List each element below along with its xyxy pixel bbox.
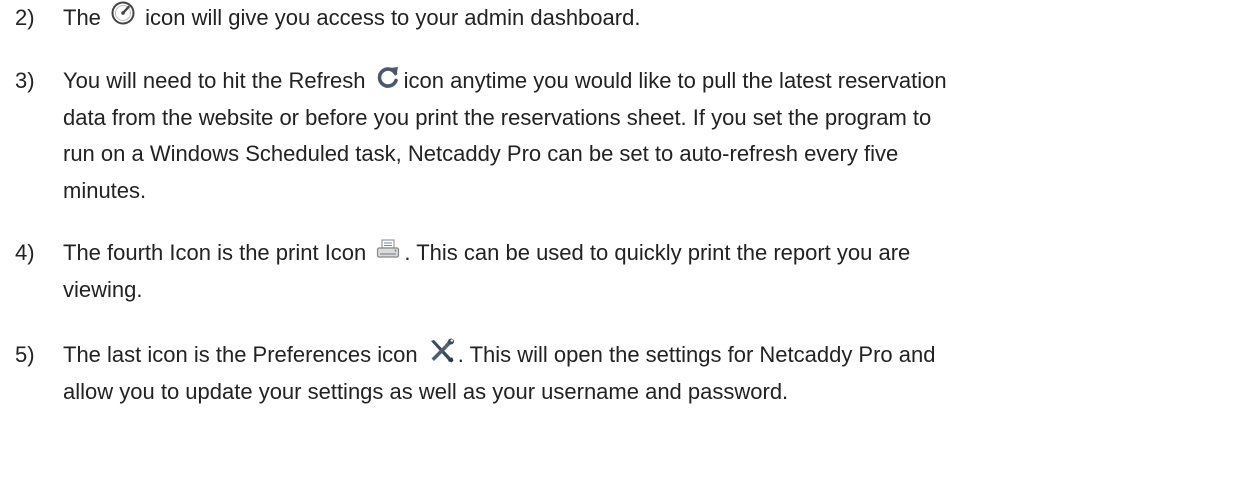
- printer-icon: [375, 238, 401, 262]
- list-item-print: 4) The fourth Icon is the print Icon . T…: [0, 235, 1230, 308]
- text-line: The fourth Icon is the print Icon . This…: [63, 235, 1230, 272]
- list-number: 2): [15, 5, 35, 30]
- text-before-icon: The fourth Icon is the print Icon: [63, 240, 367, 265]
- text-line: allow you to update your settings as wel…: [63, 378, 789, 404]
- list-item-body: The fourth Icon is the print Icon . This…: [63, 235, 1230, 308]
- list-item-refresh: 3) You will need to hit the Refresh icon…: [0, 63, 1230, 209]
- text-line: You will need to hit the Refresh icon an…: [63, 63, 1230, 100]
- text-before-icon: The: [63, 5, 101, 30]
- instruction-document: 2) The icon will give you access to your…: [0, 0, 1250, 503]
- list-item-dashboard: 2) The icon will give you access to your…: [0, 0, 1230, 37]
- text-line: The last icon is the Preferences icon . …: [63, 337, 1230, 374]
- text-line: run on a Windows Scheduled task, Netcadd…: [63, 141, 899, 166]
- text-after-icon: . This will open the settings for Netcad…: [457, 342, 936, 367]
- text-after-icon: icon will give you access to your admin …: [145, 5, 641, 30]
- text-before-icon: You will need to hit the Refresh: [63, 68, 366, 93]
- list-number: 3): [15, 68, 35, 93]
- list-item-preferences: 5) The last icon is the Preferences icon…: [0, 337, 1230, 410]
- text-after-icon: icon anytime you would like to pull the …: [403, 68, 947, 93]
- text-line: viewing.: [63, 276, 143, 302]
- text-line: data from the website or before you prin…: [63, 104, 932, 130]
- list-item-body: The last icon is the Preferences icon . …: [63, 337, 1230, 410]
- list-number: 4): [15, 240, 35, 265]
- list-item-body: The icon will give you access to your ad…: [63, 0, 1230, 37]
- refresh-icon: [375, 64, 401, 90]
- text-line: minutes.: [63, 177, 147, 203]
- preferences-tools-icon: [427, 338, 455, 364]
- text-after-icon: . This can be used to quickly print the …: [404, 240, 911, 265]
- text-line: The icon will give you access to your ad…: [63, 0, 1230, 37]
- list-item-body: You will need to hit the Refresh icon an…: [63, 63, 1230, 209]
- list-number: 5): [15, 342, 35, 367]
- text-before-icon: The last icon is the Preferences icon: [63, 342, 418, 367]
- dashboard-gauge-icon: [110, 1, 136, 27]
